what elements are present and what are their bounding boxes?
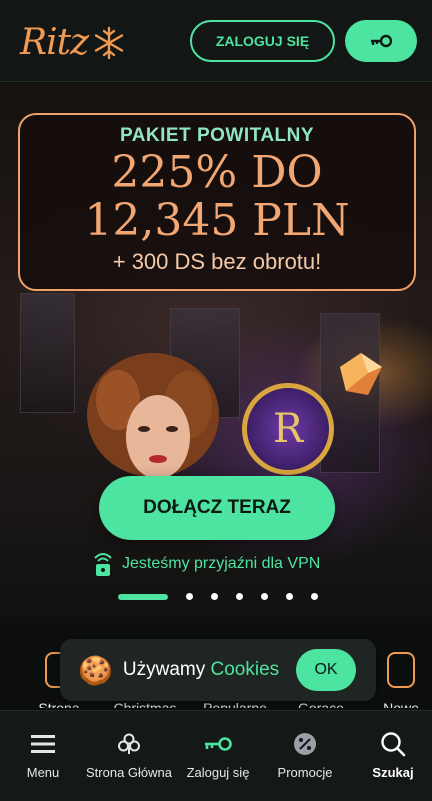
cookies-link[interactable]: Cookies: [211, 659, 280, 680]
slot-machine-decor: [20, 293, 75, 413]
diamond-icon: [340, 353, 382, 395]
search-icon: [381, 732, 406, 757]
cookie-ok-button[interactable]: OK: [296, 649, 356, 691]
menu-icon: [31, 735, 55, 753]
key-icon: [205, 737, 232, 751]
percent-icon: [294, 733, 316, 755]
cookie-banner: 🍪 Używamy Cookies OK: [60, 639, 376, 701]
promo-percentage: 225% DO: [111, 147, 323, 198]
carousel-dot[interactable]: [286, 593, 293, 600]
promo-kicker: PAKIET POWITALNY: [119, 125, 315, 146]
vpn-notice: Jesteśmy przyjaźni dla VPN: [92, 551, 320, 577]
ritz-logo[interactable]: Ritz: [20, 22, 89, 63]
promo-amount: 12,345 PLN: [84, 195, 350, 246]
nav-login[interactable]: Zaloguj się: [175, 729, 261, 780]
header: Ritz ZALOGUJ SIĘ: [0, 0, 432, 82]
cookie-icon: 🍪: [78, 653, 113, 687]
club-icon: [118, 733, 140, 754]
nav-label: Strona Główna: [86, 765, 172, 780]
cookie-message: Używamy Cookies: [123, 659, 279, 681]
nav-promotions[interactable]: Promocje: [262, 729, 348, 780]
nav-home[interactable]: Strona Główna: [86, 729, 172, 780]
carousel-dot[interactable]: [261, 593, 268, 600]
carousel-dot[interactable]: [186, 593, 193, 600]
ritz-r-emblem: R: [242, 383, 334, 475]
join-now-button[interactable]: DOŁĄCZ TERAZ: [99, 476, 335, 540]
cookie-text: Używamy: [122, 659, 211, 680]
nav-label: Zaloguj się: [186, 765, 250, 780]
bottom-navigation: Menu Strona Główna Zaloguj się Promocje …: [0, 710, 432, 801]
hero-banner: PAKIET POWITALNY 225% DO 12,345 PLN + 30…: [0, 83, 432, 623]
register-key-button[interactable]: [345, 20, 417, 62]
nav-search[interactable]: Szukaj: [350, 729, 432, 780]
welcome-package-card[interactable]: PAKIET POWITALNY 225% DO 12,345 PLN + 30…: [18, 113, 416, 291]
lock-wifi-icon: [94, 553, 112, 576]
login-button[interactable]: ZALOGUJ SIĘ: [190, 20, 335, 62]
carousel-pagination: [118, 593, 336, 600]
carousel-dot[interactable]: [311, 593, 318, 600]
nav-label: Menu: [26, 765, 60, 780]
nav-menu[interactable]: Menu: [0, 729, 86, 780]
nav-label: Szukaj: [372, 765, 414, 780]
carousel-dot-active[interactable]: [118, 593, 168, 600]
vpn-text: Jesteśmy przyjaźni dla VPN: [122, 555, 321, 572]
snowflake-icon: [94, 26, 124, 60]
key-icon: [371, 34, 392, 48]
nav-label: Promocje: [277, 765, 333, 780]
new-tag-icon: [387, 652, 415, 688]
carousel-dot[interactable]: [236, 593, 243, 600]
promo-free-spins: + 300 DS bez obrotu!: [112, 249, 322, 274]
carousel-dot[interactable]: [211, 593, 218, 600]
